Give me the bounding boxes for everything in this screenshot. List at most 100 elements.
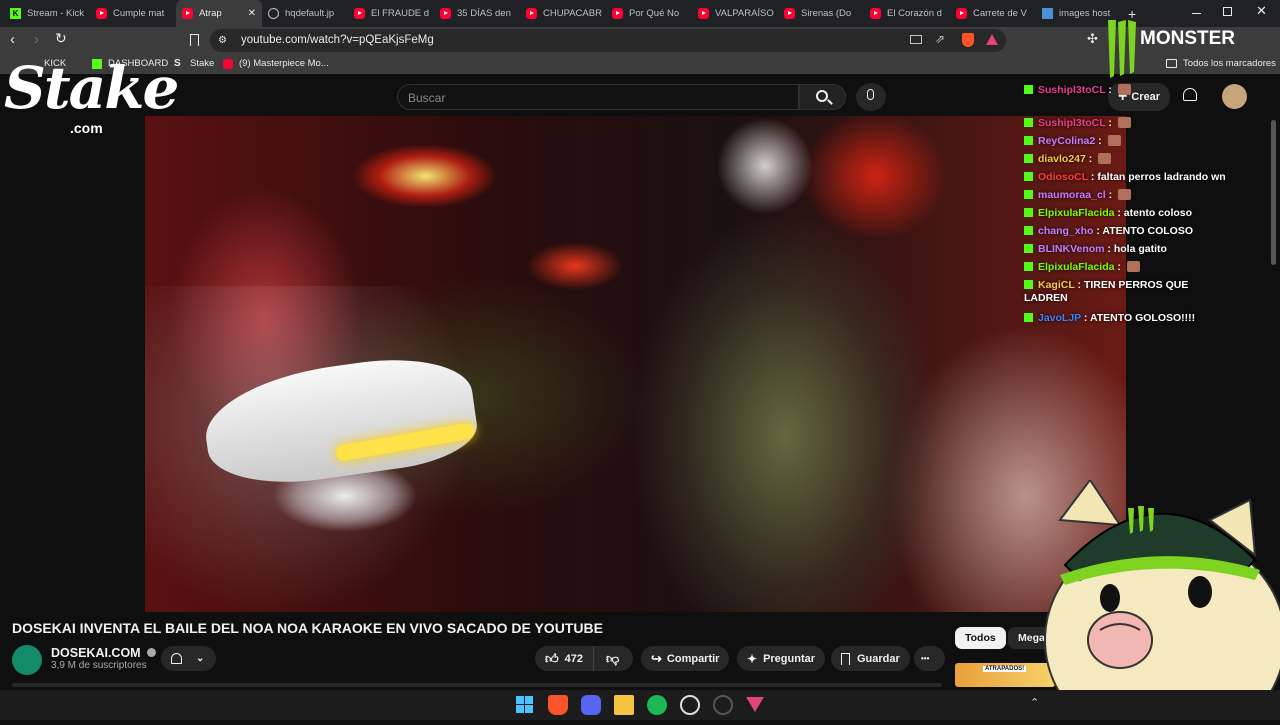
share-button[interactable]: ↪ Compartir: [641, 646, 730, 671]
chat-username: JavoLJP: [1038, 312, 1081, 324]
windows-start-icon[interactable]: [515, 695, 535, 715]
browser-tab[interactable]: CHUPACABR: [520, 0, 606, 27]
bookmark-masterpiece[interactable]: (9) Masterpiece Mo...: [223, 58, 329, 69]
bell-icon: [171, 653, 182, 664]
file-explorer-icon[interactable]: [614, 695, 634, 715]
chat-message: ReyColina2 :: [1024, 135, 1264, 148]
bookmark-label: (9) Masterpiece Mo...: [239, 58, 329, 69]
share-icon[interactable]: ⇗: [935, 32, 945, 46]
microphone-icon: [867, 89, 874, 100]
chat-separator: :: [1105, 117, 1115, 129]
tab-label: Cumple mat: [113, 8, 165, 19]
cat-mascot-icon: [1044, 478, 1280, 725]
more-icon: •••: [921, 654, 930, 663]
spotify-icon[interactable]: [647, 695, 667, 715]
youtube-icon: [354, 8, 365, 19]
reload-icon[interactable]: ↻: [55, 30, 67, 47]
youtube-icon: [870, 8, 881, 19]
close-tab-icon[interactable]: ✕: [248, 8, 256, 19]
kick-badge-icon: [1024, 118, 1033, 127]
chatgpt-icon[interactable]: [680, 695, 700, 715]
youtube-icon: [612, 8, 623, 19]
chat-username: chang_xho: [1038, 225, 1094, 237]
search-button[interactable]: [799, 84, 846, 110]
like-button[interactable]: 👍︎ 472: [535, 646, 594, 671]
kick-badge-icon: [1024, 172, 1033, 181]
back-icon[interactable]: ‹: [10, 31, 15, 48]
voice-search-button[interactable]: [856, 83, 886, 111]
stake-logo-text: Stake: [4, 54, 179, 122]
tab-label: El FRAUDE d: [371, 8, 430, 19]
video-player[interactable]: [145, 116, 1126, 612]
cast-icon[interactable]: [910, 35, 922, 44]
chat-separator: :: [1087, 171, 1098, 183]
page-scrollbar[interactable]: [1271, 120, 1276, 265]
browser-tab[interactable]: VALPARAÍSO: [692, 0, 778, 27]
brave-rewards-icon[interactable]: [986, 34, 998, 45]
kick-badge-icon: [1024, 244, 1033, 253]
chat-message: maumoraa_cl :: [1024, 189, 1264, 202]
kick-badge-icon: [1024, 208, 1033, 217]
kick-badge-icon: [1024, 226, 1033, 235]
browser-toolbar: ‹ › ↻ ⚙ youtube.com/watch?v=pQEaKjsFeMg …: [0, 27, 1280, 54]
browser-tab[interactable]: Sirenas (Do: [778, 0, 864, 27]
subscriber-count: 3,9 M de suscriptores: [51, 660, 147, 671]
chat-message: OdiosoCL : faltan perros ladrando wn: [1024, 171, 1264, 184]
chip-todos[interactable]: Todos: [955, 627, 1006, 649]
windows-taskbar: [0, 690, 1280, 720]
youtube-icon: [182, 8, 193, 19]
like-dislike-group: 👍︎ 472 👎︎: [535, 646, 633, 671]
chat-username: maumoraa_cl: [1038, 189, 1106, 201]
save-button[interactable]: Guardar: [831, 646, 910, 671]
address-bar[interactable]: ⚙ youtube.com/watch?v=pQEaKjsFeMg ⇗: [210, 29, 1006, 52]
brave-browser-icon[interactable]: [548, 695, 568, 715]
forward-icon[interactable]: ›: [34, 31, 39, 48]
bookmark-save-icon: [841, 652, 850, 665]
channel-avatar[interactable]: [12, 645, 42, 675]
window-maximize-button[interactable]: [1223, 7, 1232, 16]
chat-message: KagiCL : TIREN PERROS QUE: [1024, 279, 1264, 292]
chat-text: atento coloso: [1123, 207, 1193, 219]
window-close-button[interactable]: ✕: [1256, 3, 1267, 19]
tab-label: Por Qué No: [629, 8, 680, 19]
system-tray-chevron-icon[interactable]: ⌃: [1030, 696, 1039, 709]
chat-separator: :: [1105, 189, 1116, 201]
obs-icon[interactable]: [713, 695, 733, 715]
chat-text: ATENTO COLOSO: [1102, 225, 1194, 237]
chat-username: ReyColina2: [1038, 135, 1096, 147]
ask-button[interactable]: ✦ Preguntar: [737, 646, 826, 671]
browser-tab[interactable]: Por Qué No: [606, 0, 692, 27]
browser-tab[interactable]: Carrete de V: [950, 0, 1036, 27]
chat-emote-icon: [1126, 261, 1140, 272]
channel-name-text: DOSEKAI.COM: [51, 646, 141, 660]
brave-rewards-taskbar-icon[interactable]: [746, 697, 764, 712]
browser-tab[interactable]: 35 DÍAS den: [434, 0, 520, 27]
chat-emote-icon: [1107, 135, 1121, 146]
channel-name[interactable]: DOSEKAI.COM: [51, 646, 157, 660]
site-info-icon[interactable]: ⚙: [218, 35, 227, 46]
images-icon: [1042, 8, 1053, 19]
browser-tab[interactable]: Cumple mat: [90, 0, 176, 27]
subscribe-notifications-button[interactable]: ⌄: [161, 646, 216, 671]
stake-logo-sub: .com: [70, 120, 103, 136]
dislike-button[interactable]: 👎︎: [594, 646, 631, 671]
brave-shield-icon[interactable]: [962, 33, 974, 47]
browser-tab[interactable]: El Corazón d: [864, 0, 950, 27]
chat-text: hola gatito: [1113, 243, 1167, 255]
more-actions-button[interactable]: •••: [914, 646, 945, 671]
bookmark-icon[interactable]: [190, 34, 199, 46]
discord-icon[interactable]: [581, 695, 601, 715]
youtube-icon: [440, 8, 451, 19]
sparkle-icon: ✦: [747, 651, 758, 666]
browser-tab[interactable]: K Stream - Kick: [4, 0, 90, 27]
kick-badge-icon: [1024, 280, 1033, 289]
search-input[interactable]: Buscar: [397, 84, 799, 110]
save-label: Guardar: [857, 652, 900, 665]
extensions-icon[interactable]: ✣: [1087, 31, 1098, 47]
browser-tab[interactable]: El FRAUDE d: [348, 0, 434, 27]
chat-separator: :: [1074, 279, 1084, 291]
youtube-icon: [956, 8, 967, 19]
stake-logo: Stake .com: [2, 54, 182, 140]
browser-tab[interactable]: Atrap ✕: [176, 0, 262, 27]
browser-tab[interactable]: hqdefault.jp: [262, 0, 348, 27]
